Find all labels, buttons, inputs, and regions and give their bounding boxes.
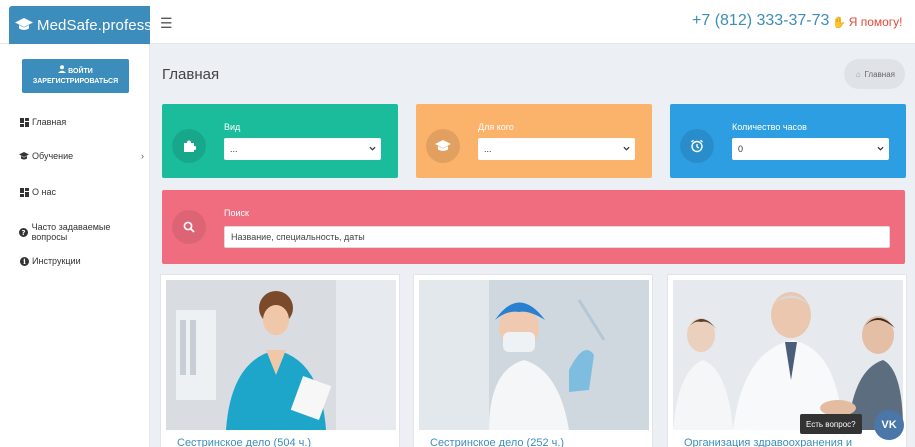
course-image (166, 280, 396, 430)
page-title: Главная (162, 66, 220, 83)
vk-icon: VK (881, 419, 897, 431)
graduation-cap-icon (19, 151, 29, 161)
course-image (673, 280, 903, 430)
top-bar: MedSafe.professor ☰ +7 (812) 333-37-73 ✋… (0, 0, 915, 44)
phone-number[interactable]: +7 (812) 333-37-73 (692, 12, 829, 30)
sidebar-item-label: Главная (32, 117, 67, 127)
filter-label: Вид (224, 122, 241, 132)
sidebar: ВОЙТИ ЗАРЕГИСТРИРОВАТЬСЯ Главная Обучени… (9, 44, 150, 447)
search-input[interactable] (224, 226, 890, 248)
dashboard-icon (19, 117, 29, 127)
filter-hours-panel: Количество часов 0 (670, 104, 906, 178)
search-label: Поиск (224, 208, 249, 218)
brand-name: MedSafe.professor (37, 16, 166, 34)
sidebar-item-instructions[interactable]: i Инструкции (19, 256, 144, 266)
menu-toggle-icon[interactable]: ☰ (160, 15, 173, 32)
search-icon (172, 210, 206, 244)
user-icon: ВОЙТИ (22, 65, 129, 77)
sidebar-item-faq[interactable]: ? Часто задаваемые вопросы (19, 222, 144, 242)
help-link[interactable]: ✋ Я помогу! (832, 15, 903, 29)
svg-text:i: i (23, 257, 26, 266)
alarm-clock-icon (680, 129, 714, 163)
chevron-right-icon: › (141, 151, 144, 161)
help-label: Я помогу! (848, 15, 903, 29)
chevron-down-icon (623, 146, 630, 151)
graduation-cap-icon (15, 17, 33, 33)
sidebar-item-home[interactable]: Главная (19, 117, 144, 127)
course-card[interactable]: Сестринское дело (504 ч.) (160, 274, 400, 447)
chevron-down-icon (877, 146, 884, 151)
filter-audience-panel: Для кого ... (416, 104, 652, 178)
question-circle-icon: ? (19, 227, 29, 237)
brand-logo[interactable]: MedSafe.professor (9, 6, 165, 44)
filter-label: Количество часов (732, 122, 807, 132)
breadcrumb[interactable]: ⌂ Главная (843, 59, 905, 89)
graduation-cap-icon (426, 129, 460, 163)
select-value: ... (230, 144, 238, 154)
sidebar-item-label: Обучение (32, 151, 74, 161)
course-card[interactable]: Организация здравоохранения и (667, 274, 907, 447)
chevron-down-icon (369, 146, 376, 151)
filter-type-select[interactable]: ... (224, 138, 381, 160)
login-label: ВОЙТИ (68, 68, 93, 75)
sidebar-item-label: Часто задаваемые вопросы (31, 222, 111, 242)
main-content: Главная ⌂ Главная Вид ... Для кого ... К… (150, 44, 915, 447)
search-panel: Поиск (162, 190, 905, 264)
hand-icon: ✋ (832, 16, 846, 29)
sidebar-item-training[interactable]: Обучение › (19, 151, 144, 161)
home-icon: ⌂ (855, 69, 861, 79)
sidebar-item-about[interactable]: О нас (19, 187, 144, 197)
select-value: ... (484, 144, 492, 154)
puzzle-icon (172, 129, 206, 163)
course-title[interactable]: Сестринское дело (504 ч.) (177, 437, 311, 447)
dashboard-icon (19, 187, 29, 197)
sidebar-item-label: О нас (32, 187, 56, 197)
course-title[interactable]: Сестринское дело (252 ч.) (430, 437, 564, 447)
course-image (419, 280, 649, 430)
login-register-button[interactable]: ВОЙТИ ЗАРЕГИСТРИРОВАТЬСЯ (22, 59, 129, 93)
select-value: 0 (738, 144, 744, 154)
chat-tooltip[interactable]: Есть вопрос? (800, 414, 862, 434)
filter-label: Для кого (478, 122, 514, 132)
sidebar-item-label: Инструкции (32, 256, 81, 266)
breadcrumb-label: Главная (864, 69, 895, 79)
course-title[interactable]: Организация здравоохранения и (684, 437, 852, 447)
filter-hours-select[interactable]: 0 (732, 138, 889, 160)
filter-audience-select[interactable]: ... (478, 138, 635, 160)
course-card[interactable]: Сестринское дело (252 ч.) (413, 274, 653, 447)
info-circle-icon: i (19, 256, 29, 266)
filter-type-panel: Вид ... (162, 104, 398, 178)
register-label: ЗАРЕГИСТРИРОВАТЬСЯ (32, 78, 119, 85)
vk-chat-button[interactable]: VK (874, 410, 904, 440)
svg-text:?: ? (22, 229, 26, 237)
